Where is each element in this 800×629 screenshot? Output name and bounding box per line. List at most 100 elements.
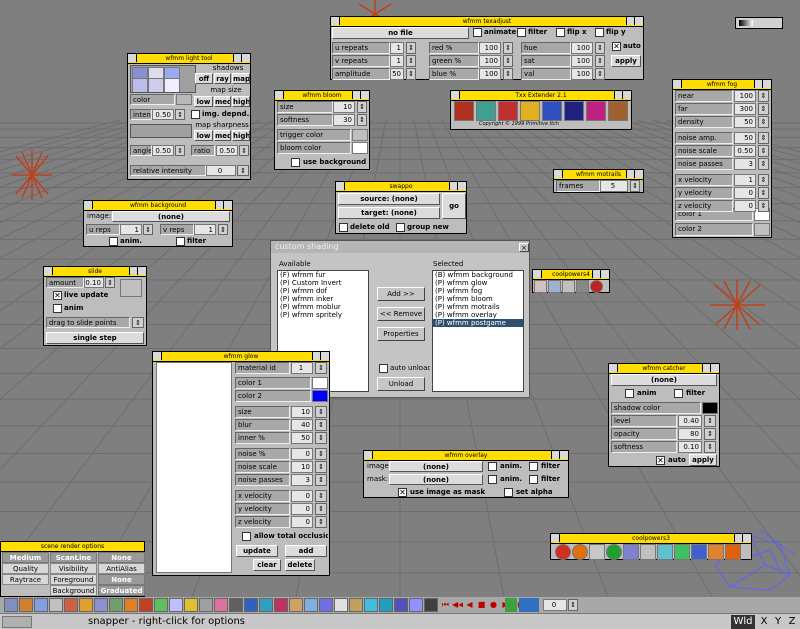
toolbar-tool-icon[interactable]: [379, 598, 393, 612]
txx-tool-icon-5[interactable]: [542, 101, 562, 121]
intens-spinner[interactable]: ⇕: [175, 109, 185, 120]
crystal-icon[interactable]: [548, 280, 561, 293]
toolbar-tool-icon[interactable]: [34, 598, 48, 612]
toolbar-tool-icon[interactable]: [79, 598, 93, 612]
toolbar-tool-icon[interactable]: [49, 598, 63, 612]
glow-param-value[interactable]: 50: [291, 432, 313, 444]
playback-control-icon[interactable]: ■: [476, 598, 487, 612]
render-option-2-1[interactable]: Foreground: [50, 574, 97, 585]
fog-param-spinner[interactable]: ⇕: [758, 187, 769, 199]
tex-color-spinner[interactable]: ⇕: [503, 42, 513, 54]
glow-add-button[interactable]: add: [285, 545, 327, 557]
tex-param-spinner[interactable]: ⇕: [406, 68, 416, 80]
sharp-high-button[interactable]: high: [232, 130, 250, 141]
view-y-button[interactable]: Y: [771, 615, 785, 629]
red-sphere-icon[interactable]: [590, 280, 603, 293]
toolbar-tool-icon[interactable]: [334, 598, 348, 612]
glow-param-spinner[interactable]: ⇕: [315, 490, 327, 502]
v-reps-value[interactable]: 1: [194, 224, 216, 235]
selected-shader-item[interactable]: (P) wfmm glow: [433, 279, 523, 287]
catcher-apply-button[interactable]: apply: [689, 454, 717, 466]
render-option-1-1[interactable]: Visibility: [50, 563, 97, 574]
overlay-image-button[interactable]: (none): [389, 461, 483, 472]
toolbar-tool-icon[interactable]: [409, 598, 423, 612]
playback-control-icon[interactable]: ◀◀: [452, 598, 463, 612]
glow-title[interactable]: wfmm glow: [153, 352, 329, 362]
ratio-spinner[interactable]: ⇕: [239, 145, 249, 156]
mini-palette[interactable]: [735, 17, 783, 29]
fog-param-spinner[interactable]: ⇕: [758, 116, 769, 128]
allow-total-occlusion-checkbox[interactable]: [242, 532, 251, 541]
txx-tool-icon-3[interactable]: [498, 101, 518, 121]
available-shader-item[interactable]: (P) wfmm dof: [278, 287, 368, 295]
bloom-title[interactable]: wfmm bloom: [275, 91, 369, 101]
glow-param-value[interactable]: 3: [291, 474, 313, 486]
box-icon[interactable]: [589, 544, 605, 560]
slide-anim-checkbox[interactable]: [53, 304, 62, 313]
fog-param-spinner[interactable]: ⇕: [758, 90, 769, 102]
fog-param-value[interactable]: 300: [734, 103, 756, 115]
available-shader-item[interactable]: (P) wfmm moblur: [278, 303, 368, 311]
render-option-0-1[interactable]: ScanLine: [50, 552, 97, 563]
bloom-color-swatch[interactable]: [352, 142, 368, 154]
txx-tool-icon-2[interactable]: [476, 101, 496, 121]
tex-color-spinner[interactable]: ⇕: [503, 55, 513, 67]
glow-delete-button[interactable]: delete: [285, 559, 315, 571]
overlay-mask-anim-checkbox[interactable]: [488, 475, 497, 484]
tex-color-value[interactable]: 100: [479, 42, 501, 54]
bloom-softness-value[interactable]: 30: [333, 114, 355, 126]
view-wld-button[interactable]: Wld: [731, 615, 755, 629]
view-x-button[interactable]: X: [757, 615, 771, 629]
fog-param-value[interactable]: 100: [734, 90, 756, 102]
spark-icon[interactable]: [534, 280, 547, 293]
shadow-map-button[interactable]: map: [232, 73, 250, 84]
txx-tool-icon-7[interactable]: [586, 101, 606, 121]
tex-color-value[interactable]: 100: [479, 55, 501, 67]
ring-icon[interactable]: [640, 544, 656, 560]
available-shader-item[interactable]: (P) Custom Invert: [278, 279, 368, 287]
fog-param-spinner[interactable]: ⇕: [758, 132, 769, 144]
toolbar-tool-icon[interactable]: [304, 598, 318, 612]
available-shader-item[interactable]: (F) wfmm fur: [278, 271, 368, 279]
background-title[interactable]: wfmm background: [84, 201, 232, 211]
apply-button[interactable]: apply: [611, 55, 641, 67]
trigger-color-swatch[interactable]: [352, 129, 368, 141]
bloom-softness-spinner[interactable]: ⇕: [357, 114, 367, 126]
glow-param-spinner[interactable]: ⇕: [315, 461, 327, 473]
slide-amount-spinner[interactable]: ⇕: [105, 277, 115, 288]
u-reps-spinner[interactable]: ⇕: [143, 224, 153, 235]
unload-button[interactable]: Unload: [377, 377, 425, 391]
txx-extender-title[interactable]: Txx Extender 2.1: [451, 91, 631, 101]
catcher-opacity-value[interactable]: 80: [678, 428, 702, 440]
mapsize-med-button[interactable]: med: [214, 96, 231, 107]
glow-param-value[interactable]: 10: [291, 406, 313, 418]
remove-button[interactable]: << Remove: [377, 307, 425, 321]
glow-param-spinner[interactable]: ⇕: [315, 516, 327, 528]
glow-param-spinner[interactable]: ⇕: [315, 503, 327, 515]
flip-x-checkbox[interactable]: [556, 28, 565, 37]
target-light-icon[interactable]: [164, 78, 180, 92]
slide-amount-value[interactable]: 0.10: [84, 277, 104, 288]
texadjust-title[interactable]: wfmm texadjust: [331, 17, 643, 27]
fog-param-spinner[interactable]: ⇕: [758, 200, 769, 212]
toolbar-tool-icon[interactable]: [319, 598, 333, 612]
selected-shader-item[interactable]: (P) wfmm motrails: [433, 303, 523, 311]
toolbar-tool-icon[interactable]: [259, 598, 273, 612]
txx-tool-icon-4[interactable]: [520, 101, 540, 121]
delete-old-checkbox[interactable]: [339, 223, 348, 232]
toolbar-tool-icon[interactable]: [64, 598, 78, 612]
overlay-image-filter-checkbox[interactable]: [529, 462, 538, 471]
wave-icon[interactable]: [657, 544, 673, 560]
tex-color-spinner[interactable]: ⇕: [503, 68, 513, 80]
v-reps-spinner[interactable]: ⇕: [218, 224, 228, 235]
slide-title[interactable]: slide: [44, 267, 146, 277]
lens-icon[interactable]: [623, 544, 639, 560]
toolbar-tool-icon[interactable]: [289, 598, 303, 612]
txx-tool-icon-1[interactable]: [454, 101, 474, 121]
timeline-icon[interactable]: [519, 598, 539, 612]
swappo-target-button[interactable]: target: (none): [338, 207, 440, 219]
img-depnd-checkbox[interactable]: [191, 110, 200, 119]
glow-color1-swatch[interactable]: [312, 377, 328, 389]
filter-checkbox[interactable]: [517, 28, 526, 37]
catcher-level-value[interactable]: 0.40: [678, 415, 702, 427]
